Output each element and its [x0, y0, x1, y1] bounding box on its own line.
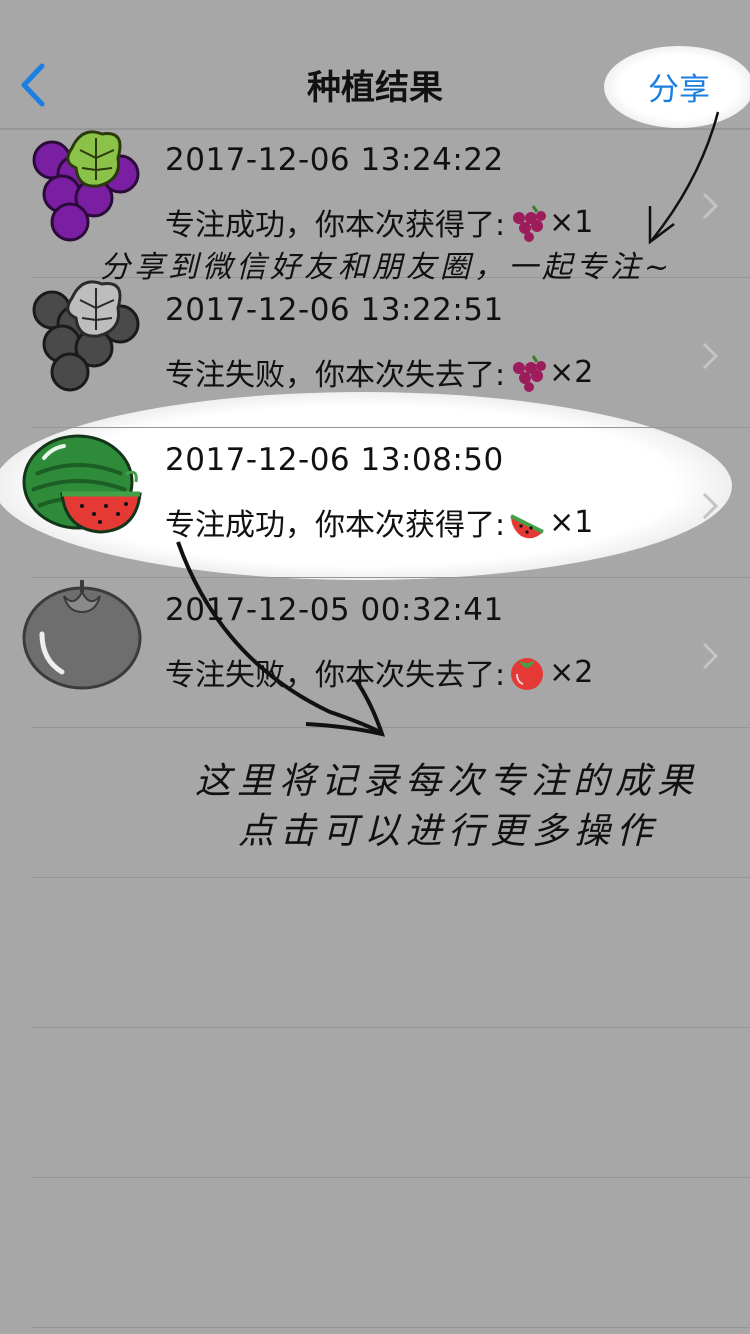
record-message: 专注成功，你本次获得了: ×1: [165, 200, 593, 244]
watermelon-icon: [510, 514, 545, 539]
record-message: 专注失败，你本次失去了: ×2: [165, 650, 593, 694]
list-item[interactable]: 2017-12-06 13:22:51 专注失败，你本次失去了: ×2: [0, 278, 750, 428]
record-time: 2017-12-06 13:22:51: [165, 292, 504, 328]
record-text: 专注成功，你本次获得了:: [165, 208, 506, 243]
record-count: ×2: [549, 354, 594, 390]
record-text: 专注失败，你本次失去了:: [165, 358, 506, 393]
row-separator: [32, 1027, 750, 1028]
list-item[interactable]: 2017-12-05 00:32:41 专注失败，你本次失去了: ×2: [0, 578, 750, 728]
record-count: ×1: [549, 204, 594, 240]
watermelon-icon: [22, 434, 146, 558]
row-separator: [32, 1327, 750, 1328]
grape-icon: [513, 205, 547, 242]
record-count: ×2: [549, 654, 594, 690]
row-separator: [32, 877, 750, 878]
chevron-right-icon: [702, 492, 719, 520]
record-text: 专注失败，你本次失去了:: [165, 658, 506, 693]
navigation-bar: 种植结果 分享: [0, 0, 750, 130]
record-text: 专注成功，你本次获得了:: [165, 508, 506, 543]
grape-icon: [22, 128, 146, 252]
row-separator: [32, 727, 750, 728]
chevron-right-icon: [702, 192, 719, 220]
list-annotation-line2: 点击可以进行更多操作: [238, 811, 659, 852]
tomato-icon: [22, 578, 146, 702]
list-annotation-line1: 这里将记录每次专注的成果: [195, 761, 700, 802]
list-item[interactable]: 2017-12-06 13:08:50 专注成功，你本次获得了: ×1: [0, 428, 750, 578]
grape-icon: [22, 278, 146, 402]
record-time: 2017-12-05 00:32:41: [165, 592, 504, 628]
record-message: 专注失败，你本次失去了: ×2: [165, 350, 593, 394]
record-message: 专注成功，你本次获得了: ×1: [165, 500, 593, 544]
record-count: ×1: [549, 504, 594, 540]
chevron-right-icon: [702, 342, 719, 370]
share-button[interactable]: 分享: [648, 64, 710, 109]
chevron-right-icon: [702, 642, 719, 670]
record-time: 2017-12-06 13:08:50: [165, 442, 504, 478]
row-separator: [32, 1177, 750, 1178]
tomato-icon: [511, 658, 544, 690]
record-time: 2017-12-06 13:24:22: [165, 142, 504, 178]
share-annotation: 分享到微信好友和朋友圈，一起专注~: [100, 250, 674, 285]
grape-icon: [513, 355, 547, 392]
